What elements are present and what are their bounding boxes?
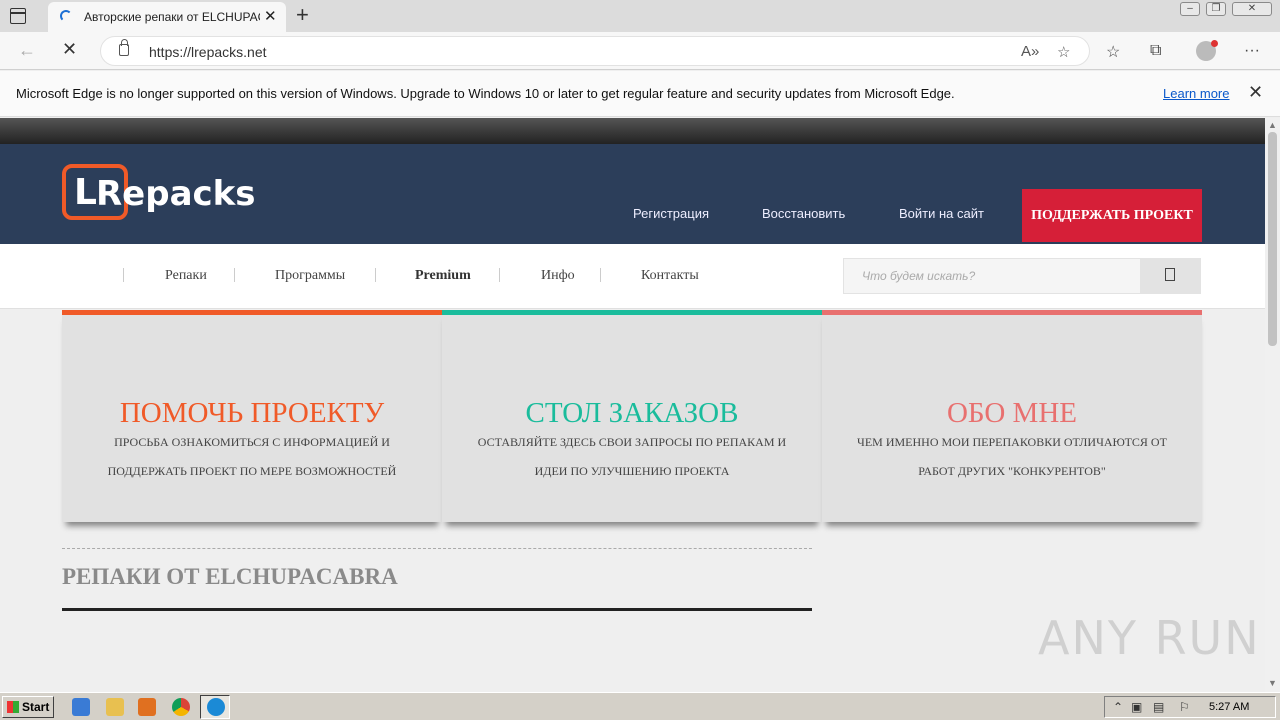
anyrun-watermark: ANY RUN <box>1038 611 1261 665</box>
search-icon <box>1165 268 1175 281</box>
section-title: РЕПАКИ ОТ ELCHUPACABRA <box>62 564 398 589</box>
taskbar: Start ⌃ ▣ ▤ ⚐ 5:27 AM <box>0 692 1280 720</box>
infobar-message: Microsoft Edge is no longer supported on… <box>16 86 955 101</box>
chrome-icon[interactable] <box>172 698 190 716</box>
search-input[interactable]: Что будем искать? <box>843 258 1141 294</box>
page-viewport: L Repacks Регистрация Восстановить Войти… <box>0 118 1280 692</box>
system-tray: ⌃ ▣ ▤ ⚐ 5:27 AM <box>1104 696 1276 718</box>
tab-close-icon[interactable]: ✕ <box>264 7 277 25</box>
scroll-thumb[interactable] <box>1268 132 1277 346</box>
nav-separator <box>600 268 601 282</box>
edge-taskbar-button[interactable] <box>200 695 230 719</box>
page-scrollbar[interactable]: ▲ ▼ <box>1265 118 1280 692</box>
browser-tab-active[interactable]: Авторские репаки от ELCHUPACABRA ✕ <box>48 2 286 32</box>
card-orders-table[interactable]: СТОЛ ЗАКАЗОВ ОСТАВЛЯЙТЕ ЗДЕСЬ СВОИ ЗАПРО… <box>442 310 822 522</box>
logo-text: Repacks <box>96 174 256 214</box>
infobar-close-icon[interactable]: ✕ <box>1248 82 1263 103</box>
scroll-down-icon[interactable]: ▼ <box>1268 678 1277 688</box>
tray-expand-icon[interactable]: ⌃ <box>1113 700 1123 714</box>
lock-icon[interactable] <box>119 39 129 56</box>
clock: 5:27 AM <box>1209 701 1250 713</box>
url-field[interactable]: https://lrepacks.net A» ☆ <box>100 36 1090 66</box>
collections-icon[interactable]: ⧉ <box>1150 42 1161 60</box>
card-about-me[interactable]: ОБО МНЕ ЧЕМ ИМЕННО МОИ ПЕРЕПАКОВКИ ОТЛИЧ… <box>822 310 1202 522</box>
back-arrow-icon[interactable]: ← <box>18 40 36 61</box>
nav-separator <box>375 268 376 282</box>
new-tab-button[interactable]: + <box>296 2 309 28</box>
start-button[interactable]: Start <box>2 696 54 718</box>
ie-icon[interactable] <box>72 698 90 716</box>
site-header: L Repacks Регистрация Восстановить Войти… <box>0 144 1265 244</box>
url-text[interactable]: https://lrepacks.net <box>149 44 267 60</box>
loading-spinner-icon <box>60 10 72 22</box>
window-controls: – ❐ ✕ <box>1180 2 1272 16</box>
restore-link[interactable]: Восстановить <box>762 206 845 221</box>
read-aloud-icon[interactable]: A» <box>1021 43 1039 60</box>
tray-app-icon[interactable]: ▣ <box>1131 700 1142 714</box>
tab-actions-icon[interactable] <box>10 8 26 24</box>
address-bar: ← ✕ https://lrepacks.net A» ☆ ☆ ⧉ ··· <box>0 32 1280 70</box>
nav-item-info[interactable]: Инфо <box>541 268 575 284</box>
flag-icon[interactable]: ⚐ <box>1179 700 1190 714</box>
profile-avatar[interactable] <box>1196 40 1218 61</box>
logo-letter: L <box>74 172 97 213</box>
card-title: ПОМОЧЬ ПРОЕКТУ <box>119 397 385 429</box>
minimize-button[interactable]: – <box>1180 2 1200 16</box>
nav-separator <box>123 268 124 282</box>
card-description: ПРОСЬБА ОЗНАКОМИТЬСЯ С ИНФОРМАЦИЕЙ И ПОД… <box>107 435 397 478</box>
card-title: СТОЛ ЗАКАЗОВ <box>525 397 739 429</box>
more-menu-icon[interactable]: ··· <box>1244 42 1260 60</box>
restore-button[interactable]: ❐ <box>1206 2 1226 16</box>
edge-icon <box>207 698 225 716</box>
learn-more-link[interactable]: Learn more <box>1163 86 1229 101</box>
start-label: Start <box>22 700 50 714</box>
add-favorite-icon[interactable]: ☆ <box>1057 43 1070 61</box>
nav-item-premium[interactable]: Premium <box>415 268 471 284</box>
media-player-icon[interactable] <box>138 698 156 716</box>
unsupported-windows-infobar: Microsoft Edge is no longer supported on… <box>0 71 1280 117</box>
card-description: ОСТАВЛЯЙТЕ ЗДЕСЬ СВОИ ЗАПРОСЫ ПО РЕПАКАМ… <box>477 435 787 478</box>
card-help-project[interactable]: ПОМОЧЬ ПРОЕКТУ ПРОСЬБА ОЗНАКОМИТЬСЯ С ИН… <box>62 310 442 522</box>
register-link[interactable]: Регистрация <box>633 206 709 221</box>
section-underline <box>62 608 812 611</box>
top-strip <box>0 118 1265 144</box>
card-title: ОБО МНЕ <box>946 397 1078 429</box>
nav-item-contacts[interactable]: Контакты <box>641 268 699 284</box>
favorites-icon[interactable]: ☆ <box>1106 42 1120 62</box>
nav-item-programs[interactable]: Программы <box>275 268 345 284</box>
tab-bar: Авторские репаки от ELCHUPACABRA ✕ + – ❐… <box>0 0 1280 32</box>
scroll-up-icon[interactable]: ▲ <box>1268 120 1277 130</box>
main-nav: Репаки Программы Premium Инфо Контакты Ч… <box>0 244 1265 309</box>
windows-flag-icon <box>7 701 19 713</box>
login-link[interactable]: Войти на сайт <box>899 206 984 221</box>
card-description: ЧЕМ ИМЕННО МОИ ПЕРЕПАКОВКИ ОТЛИЧАЮТСЯ ОТ… <box>857 435 1167 478</box>
nav-item-repacks[interactable]: Репаки <box>165 268 207 284</box>
stop-loading-icon[interactable]: ✕ <box>62 39 77 60</box>
close-window-button[interactable]: ✕ <box>1232 2 1272 16</box>
tab-title: Авторские репаки от ELCHUPACABRA <box>84 10 260 24</box>
nav-separator <box>234 268 235 282</box>
support-project-button[interactable]: ПОДДЕРЖАТЬ ПРОЕКТ <box>1022 189 1202 242</box>
nav-separator <box>499 268 500 282</box>
folder-icon[interactable] <box>106 698 124 716</box>
search-button[interactable] <box>1141 258 1201 294</box>
section-divider <box>62 548 812 549</box>
network-icon[interactable]: ▤ <box>1153 700 1164 714</box>
